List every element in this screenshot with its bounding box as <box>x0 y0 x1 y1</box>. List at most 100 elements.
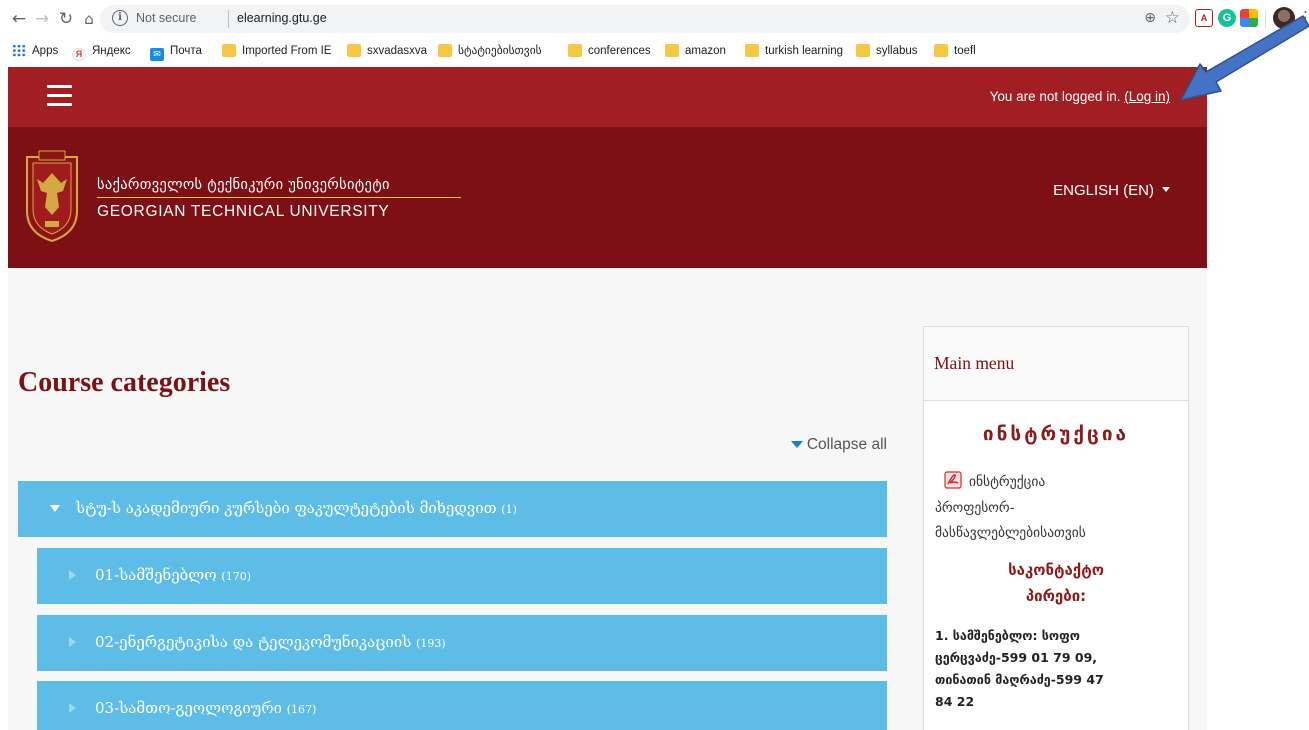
category-row[interactable]: სტუ-ს აკადემიური კურსები ფაკულტეტების მი… <box>18 481 887 537</box>
url-text[interactable]: elearning.gtu.ge <box>237 11 327 25</box>
category-count: (1) <box>501 503 517 516</box>
contact-line: ცერცვაძე-599 01 79 09, <box>935 650 1098 665</box>
folder-icon <box>745 44 759 57</box>
navbar: You are not logged in. (Log in) <box>8 67 1207 127</box>
instruction-link[interactable]: ინსტრუქცია <box>969 474 1045 490</box>
home-icon[interactable]: ⌂ <box>78 8 100 30</box>
bookmark-folder[interactable]: turkish learning <box>745 43 843 59</box>
contact-line: თინათინ მაღრაძე-599 47 <box>935 672 1104 687</box>
bookmark-label: turkish learning <box>765 45 843 57</box>
bookmark-folder[interactable]: sxvadasxva <box>347 43 427 59</box>
bookmark-label: სტატიებისთვის <box>458 45 542 57</box>
language-label: ENGLISH (EN) <box>1053 182 1154 199</box>
bookmark-folder[interactable]: სტატიებისთვის <box>438 43 542 59</box>
category-label[interactable]: 03-სამთო-გეოლოგიური (167) <box>95 699 316 717</box>
main-menu-title: Main menu <box>934 353 1015 373</box>
instruction-heading: ინსტრუქცია <box>982 423 1130 445</box>
address-separator <box>228 10 229 28</box>
login-link[interactable]: (Log in) <box>1124 89 1170 104</box>
bookmark-yandex[interactable]: Я Яндекс <box>72 43 131 61</box>
bookmark-label: Яндекс <box>92 45 131 57</box>
folder-icon <box>856 44 870 57</box>
bookmark-folder[interactable]: amazon <box>665 43 726 59</box>
caret-down-icon <box>1162 187 1170 192</box>
reload-icon[interactable]: ↻ <box>55 8 77 30</box>
login-info: You are not logged in. (Log in) <box>990 89 1170 104</box>
contacts-heading-line: საკონტაქტო <box>1008 561 1104 579</box>
zoom-icon[interactable]: ⊕ <box>1144 10 1156 26</box>
mail-icon: ✉ <box>150 48 164 61</box>
caret-right-icon[interactable] <box>69 570 76 580</box>
language-menu[interactable]: ENGLISH (EN) <box>1053 182 1170 199</box>
caret-right-icon[interactable] <box>69 703 76 713</box>
category-row[interactable]: 02-ენერგეტიკისა და ტელეკომუნიკაციის (193… <box>37 615 887 671</box>
address-bar[interactable]: i Not secure elearning.gtu.ge ⊕ ☆ <box>100 5 1190 33</box>
page-title: Course categories <box>18 367 231 398</box>
bookmark-label: sxvadasxva <box>367 45 428 57</box>
category-label[interactable]: სტუ-ს აკადემიური კურსები ფაკულტეტების მი… <box>76 499 517 517</box>
folder-icon <box>222 44 236 57</box>
category-label[interactable]: 01-სამშენებლო (170) <box>95 566 251 584</box>
brand-english-name: GEORGIAN TECHNICAL UNIVERSITY <box>97 203 390 220</box>
folder-icon <box>934 44 948 57</box>
bookmark-folder[interactable]: Imported From IE <box>222 43 331 59</box>
apps-grid-icon <box>12 44 26 57</box>
contacts-heading-line: პირები: <box>1025 587 1087 605</box>
triangle-down-icon <box>790 441 803 448</box>
bookmarks-bar: Apps Я Яндекс ✉ Почта Imported From IE sxv… <box>0 38 1309 62</box>
category-label[interactable]: 02-ენერგეტიკისა და ტელეკომუნიკაციის (193… <box>95 633 446 651</box>
brand-georgian-name: საქართველოს ტექნიკური უნივერსიტეტი <box>97 177 390 193</box>
brand-underline <box>97 197 461 198</box>
caret-right-icon[interactable] <box>69 637 76 647</box>
bookmark-apps[interactable]: Apps <box>12 43 58 59</box>
pdf-icon[interactable] <box>944 471 962 489</box>
category-row[interactable]: 01-სამშენებლო (170) <box>37 548 887 604</box>
university-crest-icon <box>26 150 78 243</box>
bookmark-folder[interactable]: conferences <box>568 43 651 59</box>
category-count: (193) <box>416 637 446 650</box>
bookmark-label: Apps <box>32 45 59 57</box>
hamburger-menu-icon[interactable] <box>47 85 72 107</box>
folder-icon <box>665 44 679 57</box>
collapse-all-link[interactable]: Collapse all <box>790 436 887 454</box>
forward-icon[interactable]: → <box>31 8 53 30</box>
bookmark-label: amazon <box>685 45 726 57</box>
brand-header: საქართველოს ტექნიკური უნივერსიტეტი GEORG… <box>8 127 1207 268</box>
bookmark-label: syllabus <box>876 45 918 57</box>
yandex-icon: Я <box>72 48 86 61</box>
category-name[interactable]: 01-სამშენებლო <box>95 566 217 584</box>
bookmark-label: conferences <box>588 45 651 57</box>
folder-icon <box>568 44 582 57</box>
category-row[interactable]: 03-სამთო-გეოლოგიური (167) <box>37 681 887 730</box>
caret-down-icon[interactable] <box>50 505 60 512</box>
bookmark-label: Почта <box>170 45 202 57</box>
annotation-arrow-icon <box>1180 15 1309 101</box>
contact-info: 1. სამშენებლო: სოფო ცერცვაძე-599 01 79 0… <box>935 625 1185 713</box>
category-count: (170) <box>221 570 252 583</box>
category-count: (167) <box>286 703 317 716</box>
moodle-page: You are not logged in. (Log in) საქართვე… <box>8 67 1207 730</box>
contact-line: 84 22 <box>935 694 975 709</box>
bookmark-label: Imported From IE <box>242 45 332 57</box>
folder-icon <box>438 44 452 57</box>
login-status-text: You are not logged in. <box>989 89 1125 104</box>
folder-icon <box>347 44 361 57</box>
contact-line: 1. სამშენებლო: სოფო <box>935 628 1080 643</box>
back-icon[interactable]: ← <box>8 8 30 30</box>
category-name[interactable]: სტუ-ს აკადემიური კურსები ფაკულტეტების მი… <box>76 499 497 517</box>
category-name[interactable]: 03-სამთო-გეოლოგიური <box>95 699 282 717</box>
bookmark-folder[interactable]: toefl <box>934 43 976 59</box>
main-menu-block: Main menu ინსტრუქცია ინსტრუქცია პროფესორ… <box>923 326 1189 730</box>
category-name[interactable]: 02-ენერგეტიკისა და ტელეკომუნიკაციის <box>95 633 411 651</box>
browser-chrome: ← → ↻ ⌂ i Not secure elearning.gtu.ge ⊕ … <box>0 0 1309 67</box>
bookmark-label: toefl <box>954 45 976 57</box>
instruction-link[interactable]: მასწავლებლებისათვის <box>935 525 1086 541</box>
bookmark-mail[interactable]: ✉ Почта <box>150 43 202 61</box>
info-icon[interactable]: i <box>112 10 128 26</box>
bookmark-folder[interactable]: syllabus <box>856 43 918 59</box>
security-label[interactable]: Not secure <box>136 11 196 25</box>
contacts-heading: საკონტაქტო პირები: <box>924 557 1188 609</box>
collapse-all-label: Collapse all <box>806 436 887 453</box>
instruction-link[interactable]: პროფესორ- <box>935 500 1015 516</box>
main-menu-header: Main menu <box>924 327 1188 401</box>
